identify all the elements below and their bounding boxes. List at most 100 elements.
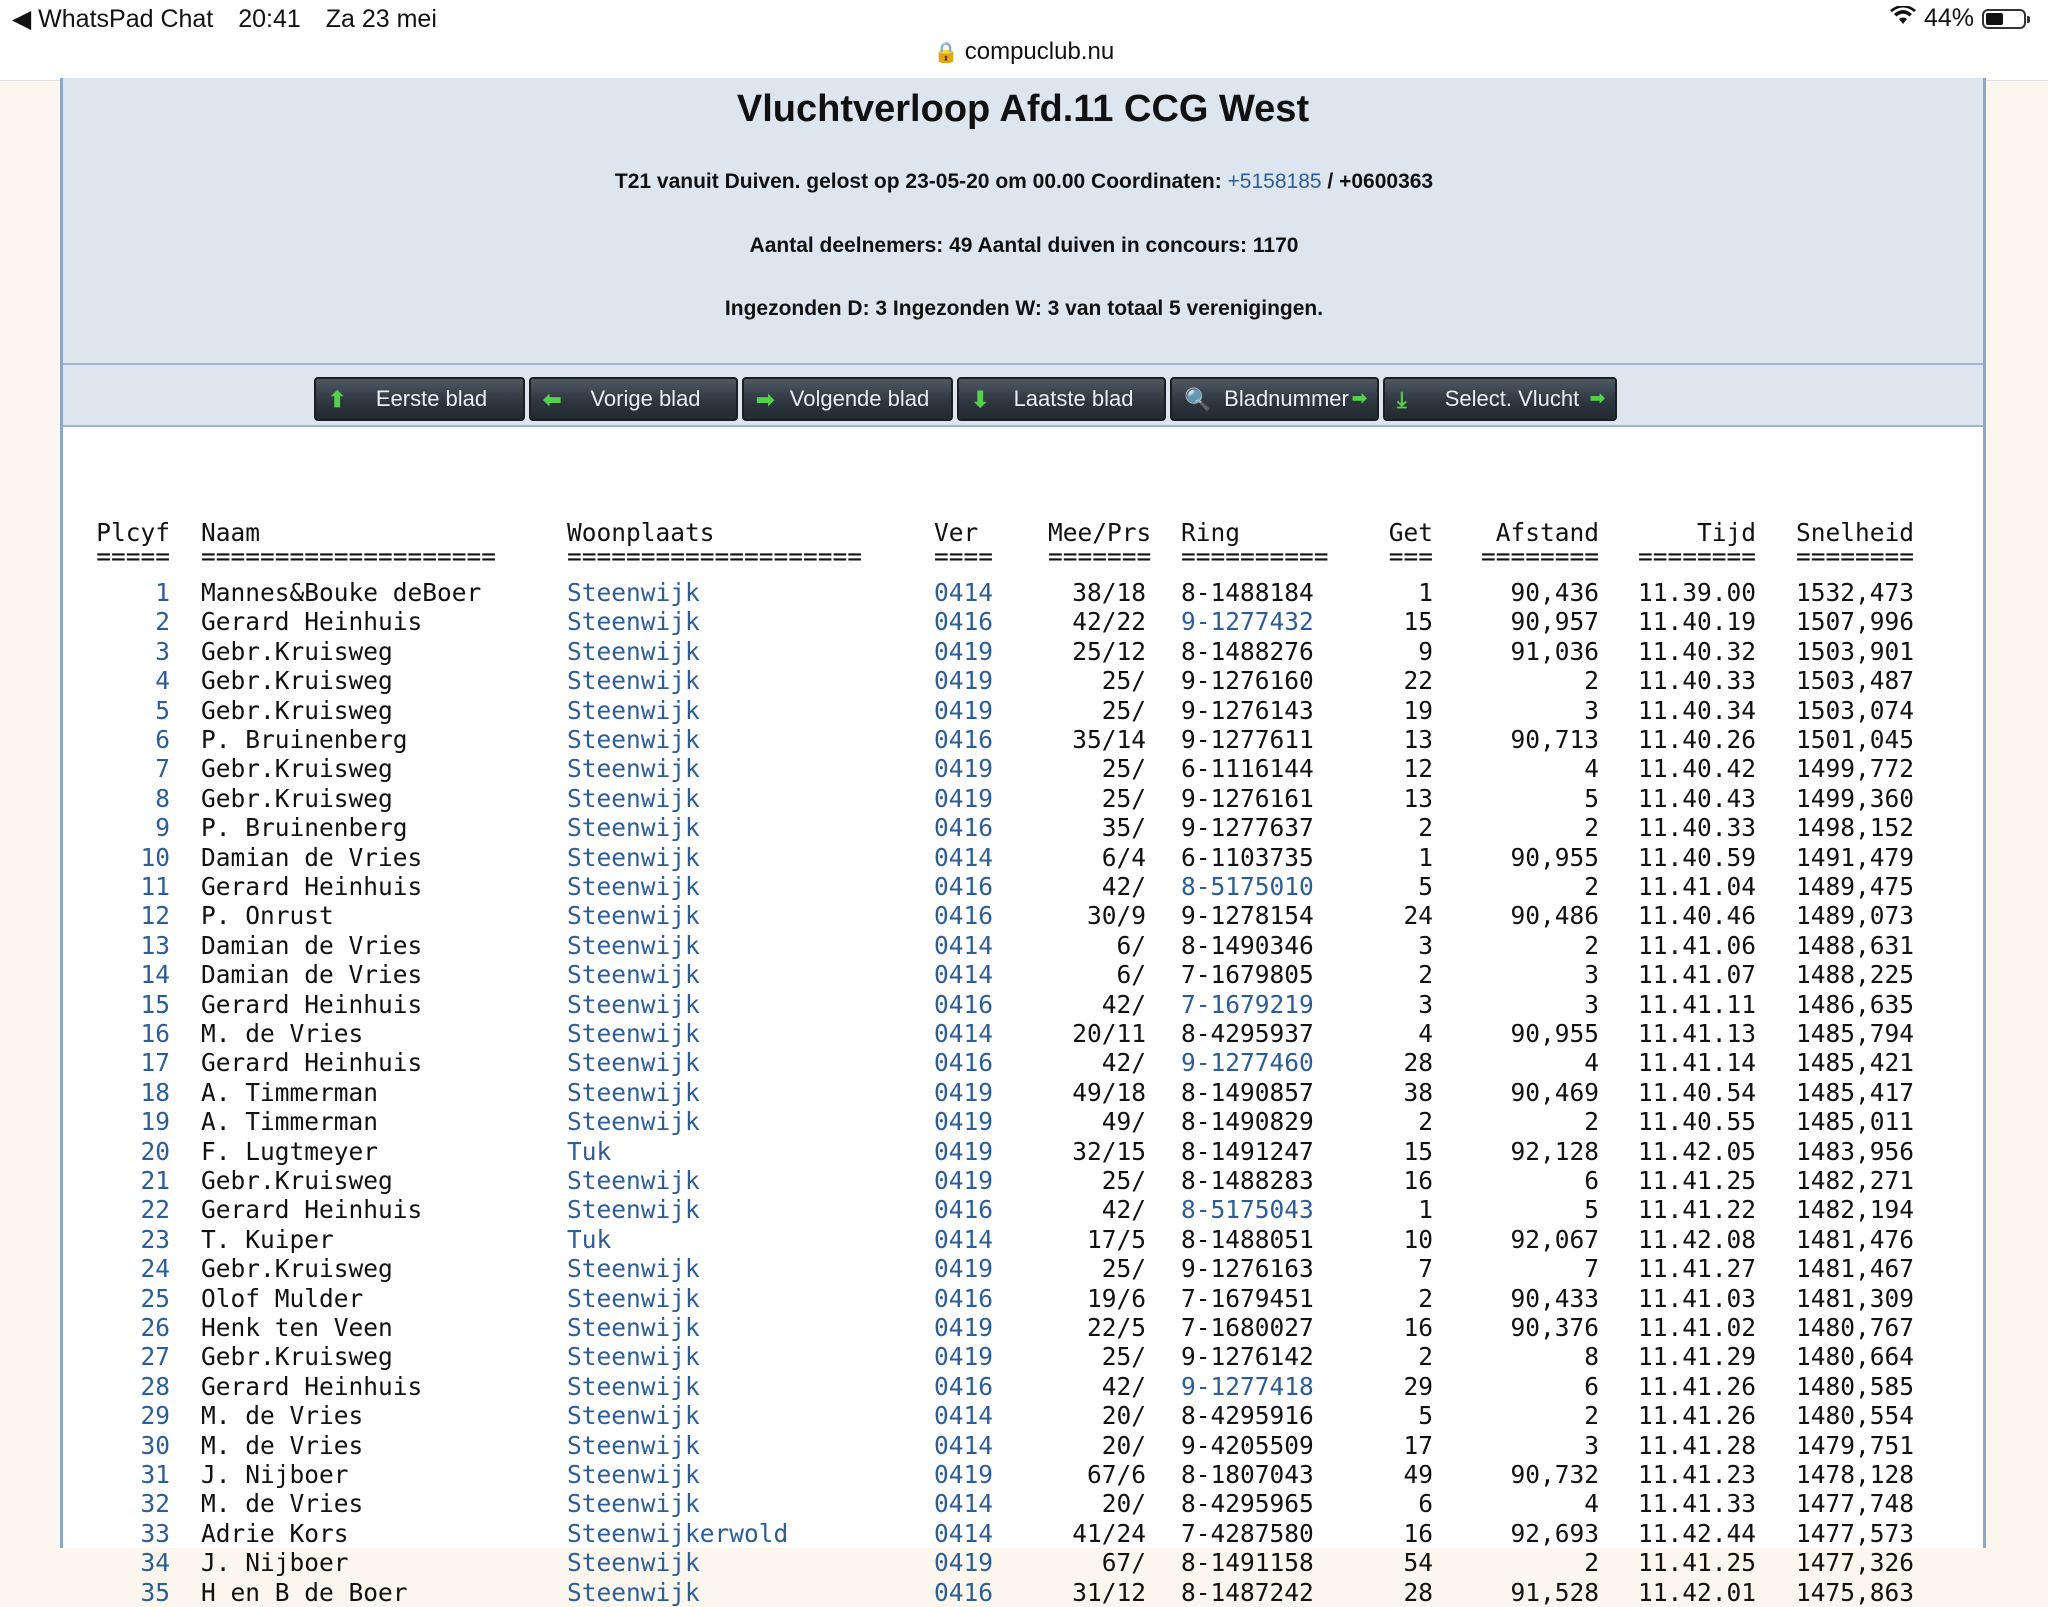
cell-residence[interactable]: Steenwijk	[567, 1166, 700, 1195]
cell-club[interactable]: 0419	[934, 1107, 993, 1136]
cell-club[interactable]: 0419	[934, 637, 993, 666]
cell-place[interactable]: 17	[85, 1048, 170, 1077]
cell-residence[interactable]: Steenwijk	[567, 725, 700, 754]
cell-residence[interactable]: Steenwijk	[567, 1048, 700, 1077]
cell-residence[interactable]: Steenwijk	[567, 1548, 700, 1577]
cell-residence[interactable]: Steenwijk	[567, 931, 700, 960]
cell-residence[interactable]: Steenwijk	[567, 1313, 700, 1342]
cell-place[interactable]: 22	[85, 1195, 170, 1224]
cell-residence[interactable]: Steenwijk	[567, 637, 700, 666]
cell-place[interactable]: 20	[85, 1137, 170, 1166]
cell-residence[interactable]: Steenwijk	[567, 872, 700, 901]
cell-place[interactable]: 12	[85, 901, 170, 930]
cell-residence[interactable]: Steenwijk	[567, 1284, 700, 1313]
cell-place[interactable]: 32	[85, 1489, 170, 1518]
cell-residence[interactable]: Steenwijk	[567, 990, 700, 1019]
cell-club[interactable]: 0416	[934, 901, 993, 930]
cell-club[interactable]: 0419	[934, 666, 993, 695]
cell-place[interactable]: 25	[85, 1284, 170, 1313]
cell-club[interactable]: 0414	[934, 1401, 993, 1430]
cell-residence[interactable]: Steenwijk	[567, 696, 700, 725]
cell-ring[interactable]: 9-1277432	[1181, 607, 1314, 636]
cell-place[interactable]: 13	[85, 931, 170, 960]
cell-residence[interactable]: Steenwijk	[567, 1372, 700, 1401]
cell-place[interactable]: 15	[85, 990, 170, 1019]
cell-club[interactable]: 0416	[934, 813, 993, 842]
select-flight-button[interactable]: ⤓ Select. Vlucht ➡	[1383, 377, 1617, 421]
previous-page-button[interactable]: ⬅ Vorige blad	[529, 377, 738, 421]
cell-club[interactable]: 0419	[934, 1078, 993, 1107]
cell-place[interactable]: 11	[85, 872, 170, 901]
cell-club[interactable]: 0419	[934, 1137, 993, 1166]
cell-club[interactable]: 0416	[934, 1578, 993, 1607]
first-page-button[interactable]: ⬆ Eerste blad	[314, 377, 525, 421]
cell-place[interactable]: 16	[85, 1019, 170, 1048]
cell-residence[interactable]: Steenwijk	[567, 1342, 700, 1371]
cell-place[interactable]: 10	[85, 843, 170, 872]
cell-residence[interactable]: Steenwijk	[567, 1489, 700, 1518]
cell-club[interactable]: 0416	[934, 990, 993, 1019]
cell-residence[interactable]: Steenwijk	[567, 578, 700, 607]
cell-residence[interactable]: Steenwijk	[567, 1401, 700, 1430]
cell-club[interactable]: 0414	[934, 960, 993, 989]
cell-residence[interactable]: Steenwijk	[567, 666, 700, 695]
cell-place[interactable]: 6	[85, 725, 170, 754]
cell-place[interactable]: 21	[85, 1166, 170, 1195]
cell-residence[interactable]: Steenwijk	[567, 901, 700, 930]
cell-place[interactable]: 9	[85, 813, 170, 842]
page-number-button[interactable]: 🔍 Bladnummer ➡	[1170, 377, 1379, 421]
cell-club[interactable]: 0419	[934, 1254, 993, 1283]
cell-club[interactable]: 0416	[934, 1048, 993, 1077]
cell-club[interactable]: 0419	[934, 754, 993, 783]
cell-place[interactable]: 30	[85, 1431, 170, 1460]
cell-place[interactable]: 8	[85, 784, 170, 813]
cell-club[interactable]: 0419	[934, 1166, 993, 1195]
cell-place[interactable]: 1	[85, 578, 170, 607]
cell-club[interactable]: 0414	[934, 1019, 993, 1048]
cell-residence[interactable]: Steenwijk	[567, 1254, 700, 1283]
cell-place[interactable]: 23	[85, 1225, 170, 1254]
cell-club[interactable]: 0416	[934, 725, 993, 754]
cell-ring[interactable]: 8-5175043	[1181, 1195, 1314, 1224]
cell-ring[interactable]: 9-1277418	[1181, 1372, 1314, 1401]
cell-club[interactable]: 0414	[934, 843, 993, 872]
latitude-link[interactable]: +5158185	[1228, 170, 1322, 193]
cell-residence[interactable]: Steenwijk	[567, 1578, 700, 1607]
cell-club[interactable]: 0414	[934, 1489, 993, 1518]
cell-club[interactable]: 0416	[934, 607, 993, 636]
cell-residence[interactable]: Steenwijk	[567, 1078, 700, 1107]
cell-residence[interactable]: Steenwijk	[567, 784, 700, 813]
next-page-button[interactable]: ➡ Volgende blad	[742, 377, 953, 421]
cell-club[interactable]: 0416	[934, 1195, 993, 1224]
cell-club[interactable]: 0414	[934, 931, 993, 960]
cell-ring[interactable]: 7-1679219	[1181, 990, 1314, 1019]
cell-residence[interactable]: Steenwijk	[567, 607, 700, 636]
cell-place[interactable]: 7	[85, 754, 170, 783]
cell-place[interactable]: 31	[85, 1460, 170, 1489]
cell-place[interactable]: 26	[85, 1313, 170, 1342]
cell-club[interactable]: 0419	[934, 1460, 993, 1489]
cell-residence[interactable]: Steenwijk	[567, 843, 700, 872]
cell-residence[interactable]: Steenwijk	[567, 1460, 700, 1489]
cell-club[interactable]: 0419	[934, 696, 993, 725]
cell-place[interactable]: 33	[85, 1519, 170, 1548]
back-to-app-link[interactable]: ◀ WhatsPad Chat	[12, 5, 213, 33]
cell-residence[interactable]: Steenwijk	[567, 813, 700, 842]
cell-residence[interactable]: Steenwijk	[567, 1107, 700, 1136]
cell-place[interactable]: 35	[85, 1578, 170, 1607]
cell-place[interactable]: 3	[85, 637, 170, 666]
cell-residence[interactable]: Steenwijk	[567, 754, 700, 783]
cell-place[interactable]: 27	[85, 1342, 170, 1371]
cell-club[interactable]: 0414	[934, 1225, 993, 1254]
cell-residence[interactable]: Tuk	[567, 1225, 611, 1254]
cell-place[interactable]: 19	[85, 1107, 170, 1136]
cell-club[interactable]: 0414	[934, 1431, 993, 1460]
cell-place[interactable]: 2	[85, 607, 170, 636]
cell-club[interactable]: 0419	[934, 784, 993, 813]
cell-residence[interactable]: Steenwijk	[567, 960, 700, 989]
address-bar[interactable]: 🔒 compuclub.nu	[0, 38, 2048, 66]
cell-club[interactable]: 0419	[934, 1313, 993, 1342]
cell-club[interactable]: 0414	[934, 578, 993, 607]
cell-place[interactable]: 24	[85, 1254, 170, 1283]
cell-club[interactable]: 0414	[934, 1519, 993, 1548]
